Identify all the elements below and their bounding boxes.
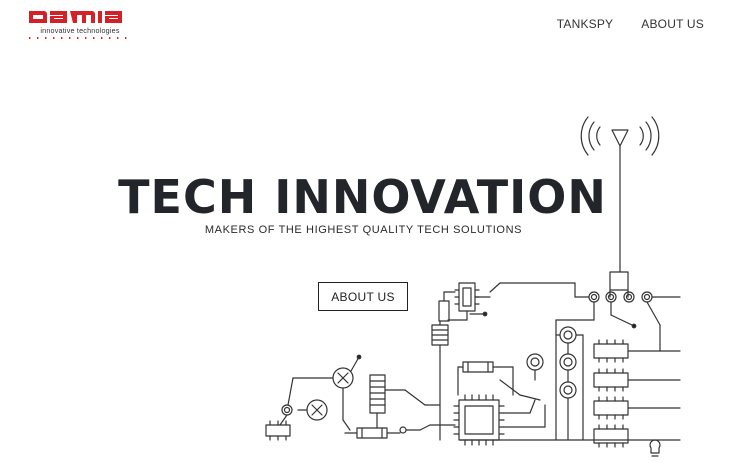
lightbulb-icon (649, 439, 661, 457)
brand-logo[interactable]: innovative technologies (27, 8, 133, 42)
about-us-button[interactable]: ABOUT US (318, 282, 408, 311)
main-nav: TANKSPY ABOUT US (557, 17, 704, 31)
logo-tagline: innovative technologies (40, 26, 120, 35)
hero-subtitle: MAKERS OF THE HIGHEST QUALITY TECH SOLUT… (204, 224, 523, 236)
logo-dots-decoration (29, 37, 127, 39)
circuit-board-illustration (265, 116, 681, 457)
logo-wordmark (29, 11, 122, 23)
nav-item-tankspy[interactable]: TANKSPY (557, 17, 614, 31)
nav-item-about-us[interactable]: ABOUT US (641, 17, 704, 31)
hero-title: TECH INNOVATION (118, 170, 607, 224)
